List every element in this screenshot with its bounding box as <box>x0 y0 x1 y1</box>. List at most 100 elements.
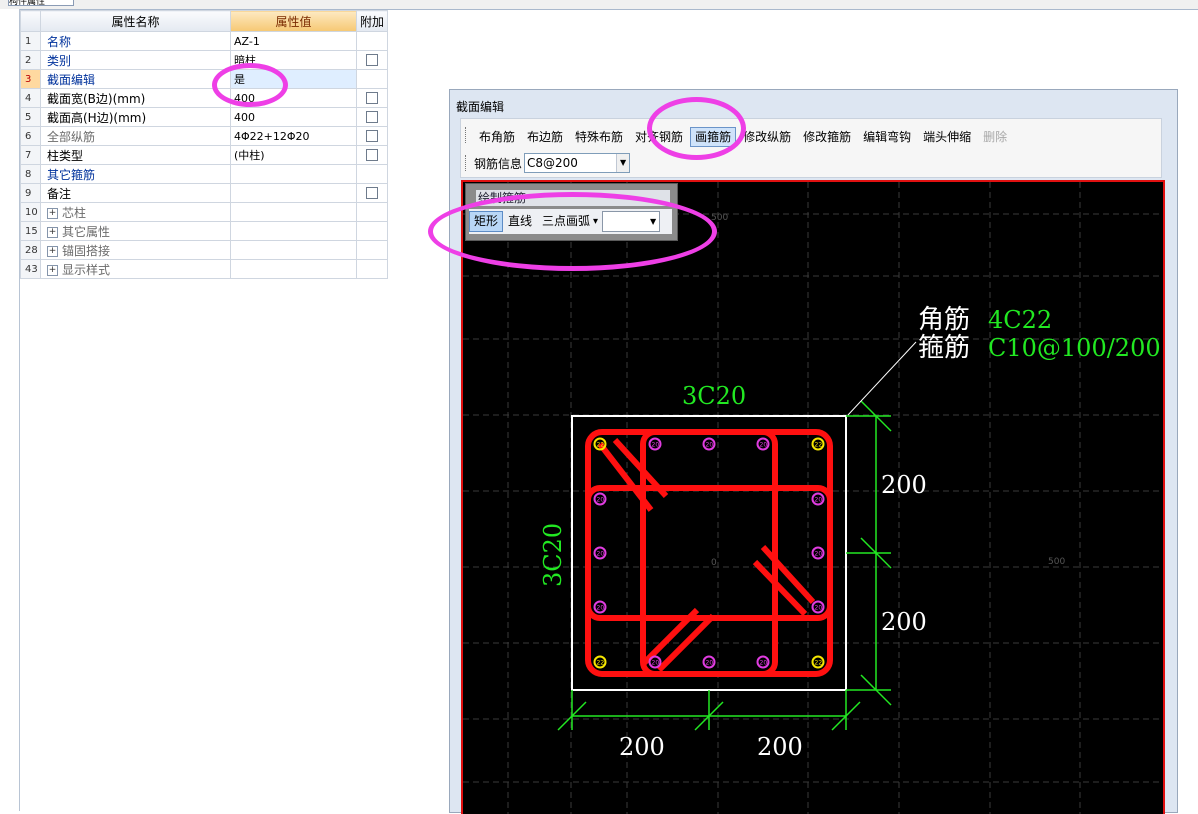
extra-cell <box>356 183 388 203</box>
property-name[interactable]: 名称 <box>40 31 231 51</box>
extra-checkbox[interactable] <box>366 149 378 161</box>
property-name[interactable]: + 显示样式 <box>40 259 231 279</box>
expand-plus-icon[interactable]: + <box>47 264 58 276</box>
property-grid: 属性名称 属性值 附加 1 名称 AZ-1 2 类别 暗柱 3 截面编辑是 4 截面宽(B边)(m… <box>20 10 388 279</box>
property-name-text: 柱类型 <box>47 148 84 163</box>
stirrup-value: C10@100/200 <box>988 334 1161 362</box>
stirrup-label: 箍筋 <box>918 333 970 363</box>
leader-line <box>847 341 917 416</box>
property-value[interactable] <box>230 202 357 222</box>
rebar-tag: 22 <box>815 660 823 667</box>
section-canvas[interactable]: 0 500 500 22 22 20 20 20 20 20 20 22 22 2 <box>461 180 1165 814</box>
property-name-text: 锚固搭接 <box>62 243 111 258</box>
rebar-group: 22 22 20 20 20 20 20 20 22 22 20 20 20 20 20 20 <box>593 437 825 669</box>
property-name[interactable]: + 芯柱 <box>40 202 231 222</box>
property-value[interactable] <box>230 221 357 241</box>
expand-plus-icon[interactable]: + <box>47 226 58 238</box>
outer-stirrup <box>585 429 833 677</box>
property-name[interactable]: + 其它属性 <box>40 221 231 241</box>
extra-checkbox[interactable] <box>366 54 378 66</box>
extra-checkbox[interactable] <box>366 187 378 199</box>
extra-checkbox[interactable] <box>366 130 378 142</box>
grid-row[interactable]: 9 备注 <box>20 183 388 203</box>
rebar-info-combo[interactable]: C8@200 ▼ <box>524 153 631 173</box>
property-value[interactable] <box>230 183 357 203</box>
header-extra[interactable]: 附加 <box>356 10 388 32</box>
tab-component-properties[interactable]: 构件属性 <box>8 0 74 6</box>
property-name-text: 其它箍筋 <box>47 167 96 182</box>
property-name[interactable]: 全部纵筋 <box>40 126 231 146</box>
dim-bottom-2: 200 <box>757 733 803 761</box>
toolbar-button[interactable]: 布边筋 <box>522 127 568 147</box>
row-number: 10 <box>20 202 41 222</box>
property-value[interactable]: 4Φ22+12Φ20 <box>230 126 357 146</box>
grid-row[interactable]: 3 截面编辑是 <box>20 69 388 89</box>
rebar-tag: 20 <box>597 551 605 558</box>
header-property-name[interactable]: 属性名称 <box>40 10 231 32</box>
extra-checkbox[interactable] <box>366 111 378 123</box>
toolbar-grip[interactable] <box>465 155 469 171</box>
property-name-text: 类别 <box>47 53 72 68</box>
header-index <box>20 10 41 32</box>
rebar-tag: 20 <box>706 660 714 667</box>
property-value[interactable]: (中柱) <box>230 145 357 165</box>
property-name[interactable]: 截面编辑 <box>40 69 231 89</box>
property-value[interactable]: AZ-1 <box>230 31 357 51</box>
toolbar-button[interactable]: 编辑弯钩 <box>858 127 916 147</box>
property-name-text: 芯柱 <box>62 205 87 220</box>
section-drawing[interactable]: 0 500 500 2222202020202020222220 2020 20… <box>463 182 1163 814</box>
row-number: 6 <box>20 126 41 146</box>
grid-row[interactable]: 43 + 显示样式 <box>20 259 388 279</box>
grid-row[interactable]: 6 全部纵筋 4Φ22+12Φ20 <box>20 126 388 146</box>
property-name-text: 截面宽(B边)(mm) <box>47 91 146 106</box>
grid-row[interactable]: 5 截面高(H边)(mm) 400 <box>20 107 388 127</box>
grid-row[interactable]: 28 + 锚固搭接 <box>20 240 388 260</box>
rebar-tag: 20 <box>815 551 823 558</box>
expand-plus-icon[interactable]: + <box>47 245 58 257</box>
grid-row[interactable]: 8 其它箍筋 <box>20 164 388 184</box>
property-value[interactable]: 400 <box>230 107 357 127</box>
rebar-tag: 22 <box>597 442 605 449</box>
toolbar-button[interactable]: 删除 <box>978 127 1012 147</box>
property-name-text: 全部纵筋 <box>47 129 96 144</box>
toolbar-button[interactable]: 布角筋 <box>474 127 520 147</box>
row-number: 15 <box>20 221 41 241</box>
grid-row[interactable]: 1 名称 AZ-1 <box>20 31 388 51</box>
expand-plus-icon[interactable]: + <box>47 207 58 219</box>
grid-row[interactable]: 2 类别 暗柱 <box>20 50 388 70</box>
property-name[interactable]: 备注 <box>40 183 231 203</box>
property-name[interactable]: 截面宽(B边)(mm) <box>40 88 231 108</box>
stirrups <box>585 429 833 677</box>
inner-stirrup-vertical <box>640 429 778 677</box>
property-name[interactable]: + 锚固搭接 <box>40 240 231 260</box>
property-name-text: 备注 <box>47 186 72 201</box>
chevron-down-icon[interactable]: ▼ <box>616 154 630 172</box>
section-edit-toolbar: 布角筋 布边筋 特殊布筋 对齐钢筋 画箍筋 修改纵筋 修改箍筋 编辑弯钩 端头伸缩 删除 钢筋信息… <box>460 118 1162 178</box>
grid-row[interactable]: 10 + 芯柱 <box>20 202 388 222</box>
property-name[interactable]: 截面高(H边)(mm) <box>40 107 231 127</box>
extra-checkbox[interactable] <box>366 92 378 104</box>
toolbar-grip[interactable] <box>465 127 469 143</box>
property-name[interactable]: 柱类型 <box>40 145 231 165</box>
toolbar-button[interactable]: 特殊布筋 <box>570 127 628 147</box>
grid-row[interactable]: 15 + 其它属性 <box>20 221 388 241</box>
property-value[interactable] <box>230 164 357 184</box>
corner-rebar-label: 角筋 <box>918 305 970 335</box>
row-number: 43 <box>20 259 41 279</box>
property-value[interactable] <box>230 240 357 260</box>
row-number: 3 <box>20 69 41 89</box>
grid-row[interactable]: 7 柱类型 (中柱) <box>20 145 388 165</box>
toolbar-button[interactable]: 端头伸缩 <box>918 127 976 147</box>
property-name[interactable]: 类别 <box>40 50 231 70</box>
property-name[interactable]: 其它箍筋 <box>40 164 231 184</box>
toolbar-button[interactable]: 修改箍筋 <box>798 127 856 147</box>
extra-cell <box>356 164 388 184</box>
property-name-text: 截面编辑 <box>47 72 96 87</box>
property-value[interactable] <box>230 259 357 279</box>
grid-row[interactable]: 4 截面宽(B边)(mm) 400 <box>20 88 388 108</box>
header-property-value[interactable]: 属性值 <box>230 10 357 32</box>
extra-cell <box>356 259 388 279</box>
row-number: 4 <box>20 88 41 108</box>
rebar-info-label: 钢筋信息 <box>474 156 523 171</box>
toolbar-button[interactable]: 修改纵筋 <box>738 127 796 147</box>
